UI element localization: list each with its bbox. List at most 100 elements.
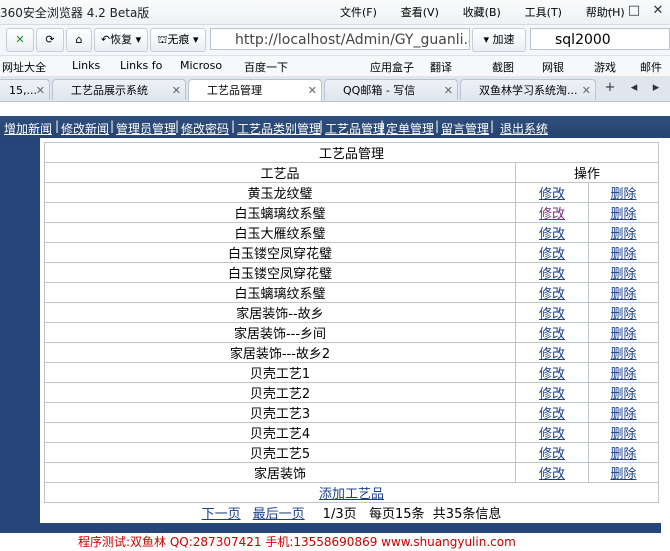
- edit-link[interactable]: 修改: [539, 207, 565, 222]
- incognito-button[interactable]: ⛫无痕 ▾: [150, 28, 206, 52]
- address-bar[interactable]: http://localhost/Admin/GY_guanli.asp: [210, 28, 470, 50]
- stop-icon[interactable]: ✕: [6, 28, 34, 52]
- nav-order-manage[interactable]: 定单管理: [386, 120, 434, 137]
- edit-link[interactable]: 修改: [539, 307, 565, 322]
- edit-link[interactable]: 修改: [539, 267, 565, 282]
- close-window-icon[interactable]: ✕: [648, 2, 668, 20]
- incognito-icon: ⛫: [157, 33, 168, 46]
- bookmark-item[interactable]: Links fo: [120, 59, 162, 72]
- nav-edit-news[interactable]: 修改新闻: [61, 120, 109, 137]
- tab-item[interactable]: 工艺品展示系统 ✕: [52, 79, 186, 100]
- delete-link[interactable]: 删除: [610, 327, 636, 342]
- minimize-icon[interactable]: –: [600, 2, 620, 20]
- restore-label: 恢复: [110, 33, 133, 46]
- edit-link[interactable]: 修改: [539, 247, 565, 262]
- delete-link[interactable]: 删除: [610, 227, 636, 242]
- bookmark-item[interactable]: 应用盒子: [370, 59, 414, 75]
- next-page-link[interactable]: 下一页: [202, 507, 241, 522]
- tab-item[interactable]: 15,... ✕: [0, 79, 50, 100]
- delete-link[interactable]: 删除: [610, 207, 636, 222]
- menu-file[interactable]: 文件(F): [340, 6, 377, 19]
- menu-view[interactable]: 查看(V): [401, 6, 439, 19]
- nav-add-news[interactable]: 增加新闻: [4, 120, 52, 137]
- add-craft-link[interactable]: 添加工艺品: [319, 487, 384, 502]
- edit-link[interactable]: 修改: [539, 227, 565, 242]
- nav-admin-manage[interactable]: 管理员管理: [116, 120, 176, 137]
- table-row: 贝壳工艺4 修改 删除: [44, 422, 659, 443]
- nav-change-password[interactable]: 修改密码: [181, 120, 229, 137]
- tab-item[interactable]: 双鱼林学习系统淘... ✕: [460, 79, 596, 100]
- bookmark-item[interactable]: 邮件: [640, 59, 662, 75]
- edit-cell: 修改: [515, 202, 589, 223]
- nav-message-manage[interactable]: 留言管理: [441, 120, 489, 137]
- edit-link[interactable]: 修改: [539, 387, 565, 402]
- bookmark-item[interactable]: 百度一下: [244, 59, 288, 75]
- delete-link[interactable]: 删除: [610, 367, 636, 382]
- close-tab-icon[interactable]: ✕: [172, 80, 181, 100]
- edit-cell: 修改: [515, 402, 589, 423]
- edit-link[interactable]: 修改: [539, 467, 565, 482]
- maximize-icon[interactable]: □: [624, 2, 644, 20]
- bookmark-item[interactable]: 游戏: [594, 59, 616, 75]
- edit-cell: 修改: [515, 182, 589, 203]
- bookmark-item[interactable]: 网址大全: [2, 59, 46, 75]
- restore-button[interactable]: ↶恢复 ▾: [94, 28, 148, 52]
- delete-link[interactable]: 删除: [610, 267, 636, 282]
- delete-link[interactable]: 删除: [610, 387, 636, 402]
- nav-logout[interactable]: 退出系统: [500, 120, 548, 137]
- last-page-link[interactable]: 最后一页: [253, 507, 305, 522]
- delete-link[interactable]: 删除: [610, 407, 636, 422]
- delete-link[interactable]: 删除: [610, 467, 636, 482]
- delete-link[interactable]: 删除: [610, 247, 636, 262]
- edit-link[interactable]: 修改: [539, 347, 565, 362]
- menu-tools[interactable]: 工具(T): [525, 6, 562, 19]
- table-row: 贝壳工艺5 修改 删除: [44, 442, 659, 463]
- new-tab-icon[interactable]: +: [600, 79, 620, 97]
- menu-favorites[interactable]: 收藏(B): [463, 6, 501, 19]
- edit-link[interactable]: 修改: [539, 367, 565, 382]
- delete-link[interactable]: 删除: [610, 187, 636, 202]
- edit-link[interactable]: 修改: [539, 447, 565, 462]
- toolbar: ✕ ⟳ ⌂ ↶恢复 ▾ ⛫无痕 ▾ http://localhost/Admin…: [0, 25, 670, 56]
- craft-name: 贝壳工艺5: [44, 442, 516, 463]
- delete-cell: 删除: [588, 222, 659, 243]
- table-row: 家居装饰---故乡2 修改 删除: [44, 342, 659, 363]
- craft-name: 贝壳工艺4: [44, 422, 516, 443]
- bookmark-item[interactable]: 翻译: [430, 59, 452, 75]
- close-tab-icon[interactable]: ✕: [308, 80, 317, 101]
- admin-nav: 增加新闻 | 修改新闻 | 管理员管理 | 修改密码 | 工艺品类别管理 | 工艺品管理 |…: [0, 116, 670, 138]
- edit-link[interactable]: 修改: [539, 327, 565, 342]
- close-tab-icon[interactable]: ✕: [36, 80, 45, 100]
- table-row: 贝壳工艺3 修改 删除: [44, 402, 659, 423]
- delete-link[interactable]: 删除: [610, 347, 636, 362]
- edit-link[interactable]: 修改: [539, 287, 565, 302]
- edit-cell: 修改: [515, 302, 589, 323]
- tab-item[interactable]: QQ邮箱 - 写信 ✕: [324, 79, 458, 100]
- nav-crafts-manage[interactable]: 工艺品管理: [325, 120, 385, 137]
- column-header-ops: 操作: [515, 162, 659, 183]
- delete-link[interactable]: 删除: [610, 307, 636, 322]
- delete-link[interactable]: 删除: [610, 447, 636, 462]
- edit-link[interactable]: 修改: [539, 187, 565, 202]
- tab-back-icon[interactable]: ◂: [624, 79, 644, 97]
- close-tab-icon[interactable]: ✕: [582, 80, 591, 100]
- close-tab-icon[interactable]: ✕: [444, 80, 453, 100]
- bookmark-item[interactable]: Microso: [180, 59, 222, 72]
- delete-cell: 删除: [588, 182, 659, 203]
- search-box[interactable]: sql2000: [530, 28, 670, 50]
- edit-link[interactable]: 修改: [539, 407, 565, 422]
- bookmark-item[interactable]: Links: [72, 59, 100, 72]
- home-icon[interactable]: ⌂: [66, 28, 92, 52]
- tab-item-active[interactable]: 工艺品管理 ✕: [188, 79, 322, 101]
- nav-category-manage[interactable]: 工艺品类别管理: [237, 120, 321, 137]
- bookmark-item[interactable]: 网银: [542, 59, 564, 75]
- window-title: 360安全浏览器 4.2 Beta版: [0, 6, 150, 20]
- edit-link[interactable]: 修改: [539, 427, 565, 442]
- refresh-icon[interactable]: ⟳: [36, 28, 64, 52]
- delete-link[interactable]: 删除: [610, 427, 636, 442]
- bookmark-item[interactable]: 截图: [492, 59, 514, 75]
- tab-forward-icon[interactable]: ▸: [646, 79, 666, 97]
- delete-link[interactable]: 删除: [610, 287, 636, 302]
- accelerate-button[interactable]: ▾ 加速: [472, 28, 526, 52]
- edit-cell: 修改: [515, 362, 589, 383]
